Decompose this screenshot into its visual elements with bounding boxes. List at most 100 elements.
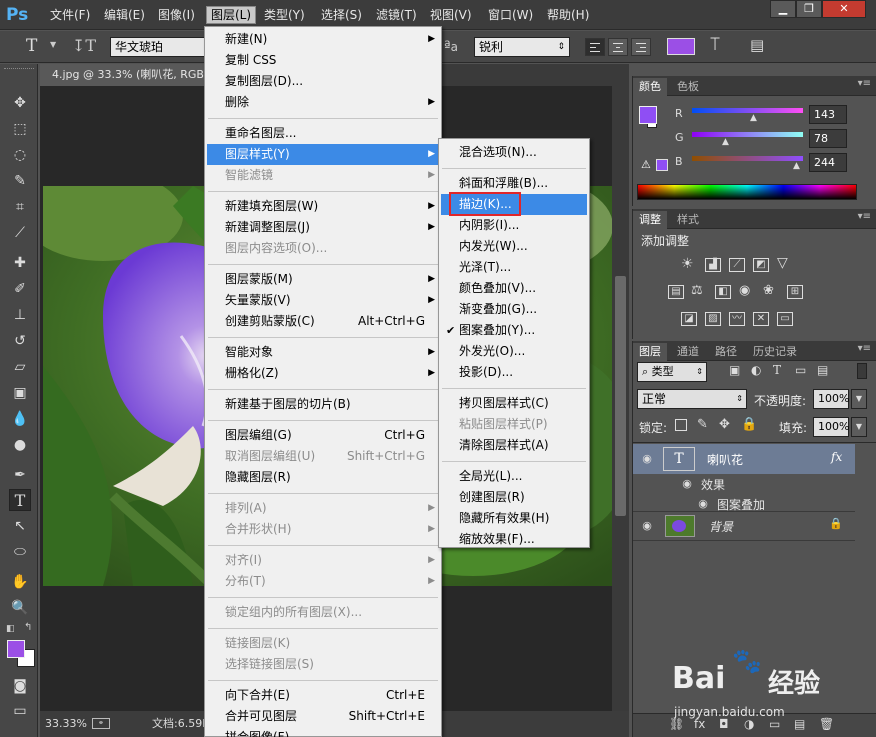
menu-item[interactable]: 隐藏所有效果(H) (441, 508, 587, 529)
new-group-icon[interactable]: ▭ (769, 717, 780, 731)
channel-g-thumb-icon[interactable]: ▲ (722, 137, 729, 147)
gamut-color-swatch[interactable] (656, 159, 668, 171)
delete-layer-icon[interactable]: 🗑 (819, 717, 834, 731)
menu-item[interactable]: 图案叠加(Y)... ✔ (441, 320, 587, 341)
menu-item-3[interactable]: 图层(L) (206, 6, 257, 24)
lock-position-icon[interactable]: ✥ (719, 417, 730, 432)
layer-row-background[interactable]: ◉ 背景 🔒 (633, 512, 855, 540)
vertical-scrollbar[interactable] (612, 86, 629, 711)
menu-item[interactable]: 隐藏图层(R) (207, 467, 439, 488)
threshold-icon[interactable]: 〰 (729, 312, 745, 326)
lasso-tool-icon[interactable]: ◌ (9, 144, 31, 166)
filter-pixel-icon[interactable]: ▣ (729, 363, 740, 377)
tab-channels[interactable]: 通道 (671, 343, 705, 361)
swap-colors-icon[interactable]: ↰ (24, 622, 32, 633)
gamut-warning-icon[interactable]: ⚠ (641, 158, 651, 171)
menu-item[interactable]: 描边(K)... (441, 192, 587, 216)
curves-icon[interactable]: ⟋ (729, 258, 745, 272)
move-tool-icon[interactable]: ✥ (9, 92, 31, 114)
add-mask-icon[interactable]: ◘ (719, 717, 729, 731)
eyedropper-icon[interactable]: ⟋ (9, 222, 31, 244)
menu-item[interactable]: 光泽(T)... (441, 257, 587, 278)
character-panel-icon[interactable]: ▤ (750, 36, 764, 54)
opacity-dropdown-icon[interactable]: ▼ (851, 389, 867, 409)
tool-preset-chevron-icon[interactable]: ▼ (50, 40, 56, 49)
menu-item[interactable]: 创建剪贴蒙版(C) Alt+Ctrl+G (207, 311, 439, 332)
minimize-button[interactable]: ▁ (770, 0, 796, 18)
channel-g-slider[interactable] (692, 132, 803, 137)
tab-swatches[interactable]: 色板 (671, 78, 705, 96)
tab-layers[interactable]: 图层 (633, 343, 667, 361)
gradient-tool-icon[interactable]: ▣ (9, 382, 31, 404)
menu-item[interactable]: 重命名图层... (207, 123, 439, 144)
channel-g-value[interactable]: 78 (809, 129, 847, 148)
fill-field[interactable]: 100% (813, 417, 849, 437)
hand-tool-icon[interactable]: ✋ (9, 571, 31, 593)
menu-item[interactable]: 图层样式(Y) ▶ (207, 144, 439, 165)
anti-alias-select[interactable]: 锐利 ⇕ (474, 37, 570, 57)
color-lookup-icon[interactable]: ⊞ (787, 285, 803, 299)
blend-mode-select[interactable]: 正常 ⇕ (637, 389, 747, 409)
channel-r-slider[interactable] (692, 108, 803, 113)
menu-item[interactable]: 栅格化(Z) ▶ (207, 363, 439, 384)
menu-item[interactable]: 颜色叠加(V)... (441, 278, 587, 299)
brush-tool-icon[interactable]: ✐ (9, 278, 31, 300)
menu-item[interactable]: 混合选项(N)... (441, 142, 587, 163)
menu-item[interactable]: 智能对象 ▶ (207, 342, 439, 363)
ellipse-tool-icon[interactable]: ⬭ (9, 541, 31, 563)
menu-item-2[interactable]: 图像(I) (154, 6, 199, 24)
document-tab[interactable]: 4.jpg @ 33.3% (喇叭花, RGB/8) (40, 64, 216, 86)
menu-item[interactable]: 全局光(L)... (441, 466, 587, 487)
tab-styles[interactable]: 样式 (671, 211, 705, 229)
hue-saturation-icon[interactable]: ▤ (668, 285, 684, 299)
menu-item[interactable]: 拷贝图层样式(C) (441, 393, 587, 414)
path-selection-icon[interactable]: ↖ (9, 515, 31, 537)
menu-item[interactable]: 图层蒙版(M) ▶ (207, 269, 439, 290)
menu-item[interactable]: 新建(N) ▶ (207, 29, 439, 50)
gradient-map-icon[interactable]: ▭ (777, 312, 793, 326)
healing-brush-icon[interactable]: ✚ (9, 252, 31, 274)
link-layers-icon[interactable]: ⛓ (669, 717, 684, 731)
layer-filter-select[interactable]: ⌕ 类型 ⇕ (637, 362, 707, 382)
panel-menu-icon[interactable]: ▾≡ (858, 211, 871, 222)
tab-adjustments[interactable]: 调整 (633, 211, 667, 229)
fill-dropdown-icon[interactable]: ▼ (851, 417, 867, 437)
menu-item-0[interactable]: 文件(F) (46, 6, 94, 24)
fx-icon[interactable]: fx (831, 450, 842, 464)
menu-item[interactable]: 斜面和浮雕(B)... (441, 173, 587, 194)
tab-history[interactable]: 历史记录 (747, 343, 803, 361)
opacity-field[interactable]: 100% (813, 389, 849, 409)
menu-item[interactable]: 缩放效果(F)... (441, 529, 587, 550)
panel-grip[interactable] (4, 68, 34, 72)
posterize-icon[interactable]: ▨ (705, 312, 721, 326)
history-brush-icon[interactable]: ↺ (9, 330, 31, 352)
menu-item-4[interactable]: 类型(Y) (260, 6, 309, 24)
black-white-icon[interactable]: ◧ (715, 285, 731, 299)
menu-item-8[interactable]: 窗口(W) (484, 6, 537, 24)
menu-item[interactable]: 新建填充图层(W) ▶ (207, 196, 439, 217)
tab-color[interactable]: 颜色 (633, 78, 667, 96)
color-spectrum-bar[interactable] (637, 184, 857, 200)
menu-item[interactable]: 渐变叠加(G)... (441, 299, 587, 320)
channel-r-thumb-icon[interactable]: ▲ (750, 113, 757, 123)
new-adjustment-icon[interactable]: ◑ (744, 717, 754, 731)
vibrance-icon[interactable]: ▽ (777, 255, 788, 271)
type-tool-button-icon[interactable]: T (9, 489, 31, 511)
channel-b-value[interactable]: 244 (809, 153, 847, 172)
menu-item[interactable]: 投影(D)... (441, 362, 587, 383)
visibility-eye-icon[interactable]: ◉ (639, 451, 655, 467)
menu-item[interactable]: 清除图层样式(A) (441, 435, 587, 456)
eraser-tool-icon[interactable]: ▱ (9, 356, 31, 378)
status-preview-icon[interactable]: ⚭ (92, 718, 110, 729)
menu-item[interactable]: 图层编组(G) Ctrl+G (207, 425, 439, 446)
menu-item-5[interactable]: 选择(S) (317, 6, 366, 24)
foreground-color-swatch[interactable] (7, 640, 25, 658)
type-tool-icon[interactable]: T (26, 36, 37, 56)
filter-adjust-icon[interactable]: ◐ (751, 363, 761, 377)
menu-item[interactable]: 删除 ▶ (207, 92, 439, 113)
panel-menu-icon[interactable]: ▾≡ (858, 78, 871, 89)
invert-icon[interactable]: ◪ (681, 312, 697, 326)
channel-mixer-icon[interactable]: ❀ (763, 283, 774, 298)
toggle-orientation-icon[interactable]: ↧T (72, 36, 96, 58)
filter-toggle[interactable] (857, 363, 867, 379)
